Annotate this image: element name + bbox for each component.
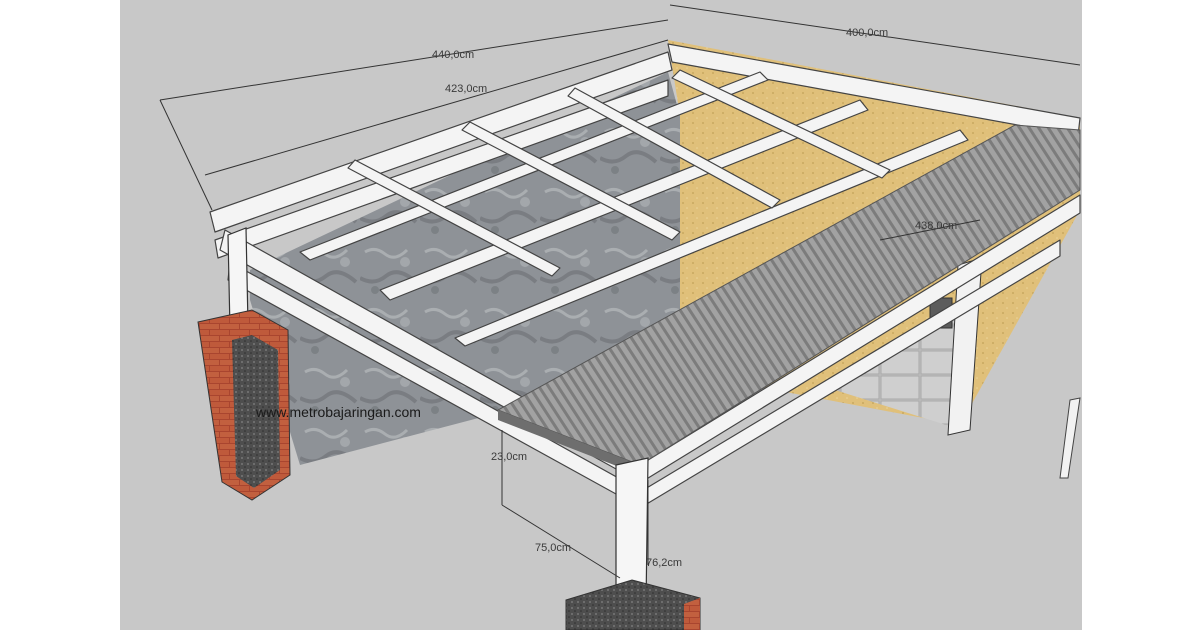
dim-outer-length: 440,0cm [432,49,474,61]
dim-inner-length: 423,0cm [445,83,487,95]
carport-frame-diagram: 440,0cm 423,0cm 400,0cm 438,0cm 23,0cm 7… [0,0,1200,630]
dim-overhang: 75,0cm [535,542,571,554]
watermark-text: www.metrobajaringan.com [255,404,421,420]
dim-beam-depth: 23,0cm [491,451,527,463]
dim-roof-span: 438,0cm [915,220,957,232]
dim-width: 400,0cm [846,27,888,39]
right-margin [1082,0,1200,630]
dim-column-offset: 76,2cm [646,557,682,569]
left-margin [0,0,120,630]
